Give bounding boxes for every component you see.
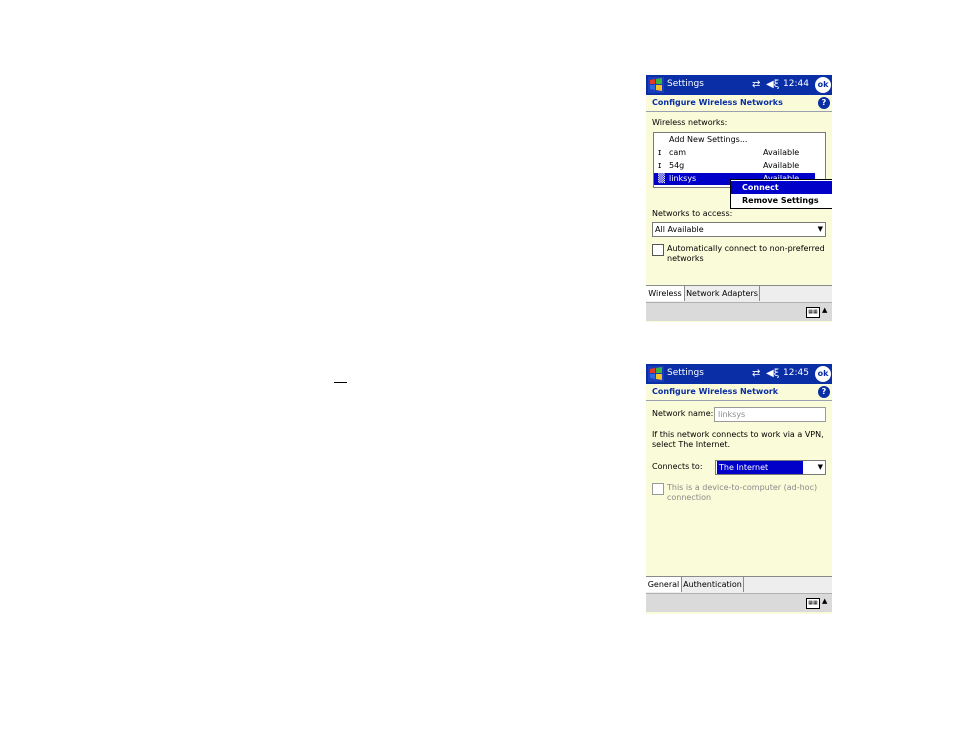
connects-to-label: Connects to: [652,462,703,471]
auto-connect-label: Automatically connect to non-preferred [667,244,825,253]
list-item-network[interactable]: ɪ cam Available [654,147,825,159]
connectivity-icon[interactable]: ⇄ [752,79,760,90]
remove-settings-menu-item[interactable]: Remove Settings [731,194,832,207]
header-divider [646,400,832,401]
adhoc-label: This is a device-to-computer (ad-hoc) [667,483,818,492]
auto-connect-label-line2: networks [667,254,704,263]
app-title: Settings [667,368,704,378]
list-item-name: cam [669,148,687,157]
signal-icon: ɪ [658,148,662,158]
clock[interactable]: 12:45 [783,368,809,379]
app-title: Settings [667,79,704,89]
list-item-network[interactable]: ɪ 54g Available [654,160,825,172]
header-divider [646,111,832,112]
select-value: All Available [655,225,704,234]
tab-network-adapters[interactable]: Network Adapters [685,286,760,301]
windows-flag-icon[interactable] [648,77,664,93]
ok-button[interactable]: ok [815,366,831,382]
command-bar: ▦▦ ▲ [646,593,832,612]
ok-button[interactable]: ok [815,77,831,93]
keyboard-icon[interactable]: ▦▦ [806,598,820,609]
list-item-name: 54g [669,161,685,170]
help-icon[interactable]: ? [818,386,830,398]
list-item-add-new[interactable]: Add New Settings... [654,134,825,146]
connects-to-select[interactable]: The Internet ▼ [715,460,826,475]
volume-icon[interactable]: ◀ξ [766,368,779,379]
page-title: Configure Wireless Networks [652,98,783,107]
vpn-hint-text: If this network connects to work via a V… [652,430,824,439]
title-bar: Settings ⇄ ◀ξ 12:44 ok [646,75,832,95]
remove-settings-label: Remove Settings [742,196,819,205]
wireless-network-detail-screen: Settings ⇄ ◀ξ 12:45 ok Configure Wireles… [646,364,832,614]
chevron-down-icon: ▼ [817,225,823,233]
tab-wireless[interactable]: Wireless [646,286,685,301]
networks-to-access-label: Networks to access: [652,209,733,218]
help-icon[interactable]: ? [818,97,830,109]
tab-general[interactable]: General [646,577,682,592]
clock[interactable]: 12:44 [783,79,809,90]
list-item-name: Add New Settings... [669,135,748,144]
connect-menu-item[interactable]: Connect [731,181,832,194]
list-item-name: linksys [669,174,697,183]
auto-connect-checkbox[interactable] [652,244,664,256]
connectivity-icon[interactable]: ⇄ [752,368,760,379]
keyboard-icon[interactable]: ▦▦ [806,307,820,318]
chevron-up-icon[interactable]: ▲ [822,597,827,605]
chevron-up-icon[interactable]: ▲ [822,306,827,314]
adhoc-checkbox[interactable] [652,483,664,495]
wireless-networks-label: Wireless networks: [652,118,728,127]
tab-bar: Wireless Network Adapters [646,285,832,302]
volume-icon[interactable]: ◀ξ [766,79,779,90]
windows-flag-icon[interactable] [648,366,664,382]
network-icon: ▒ [658,174,665,184]
chevron-down-icon: ▼ [817,463,823,471]
command-bar: ▦▦ ▲ [646,302,832,321]
wireless-networks-screen: Settings ⇄ ◀ξ 12:44 ok Configure Wireles… [646,75,832,322]
tab-bar: General Authentication [646,576,832,593]
context-menu: Connect Remove Settings [730,179,832,209]
select-value: The Internet [717,461,803,474]
title-bar: Settings ⇄ ◀ξ 12:45 ok [646,364,832,384]
signal-icon: ɪ [658,161,662,171]
decorative-underline [334,382,347,383]
tab-authentication[interactable]: Authentication [682,577,744,592]
page-title: Configure Wireless Network [652,387,779,396]
connect-label: Connect [742,183,779,192]
list-item-status: Available [763,148,800,157]
list-item-status: Available [763,161,800,170]
adhoc-label-line2: connection [667,493,712,502]
network-name-field[interactable]: linksys [714,407,826,422]
vpn-hint-text-line2: select The Internet. [652,440,731,449]
network-name-value: linksys [718,410,746,419]
networks-to-access-select[interactable]: All Available ▼ [652,222,826,237]
network-name-label: Network name: [652,409,714,418]
